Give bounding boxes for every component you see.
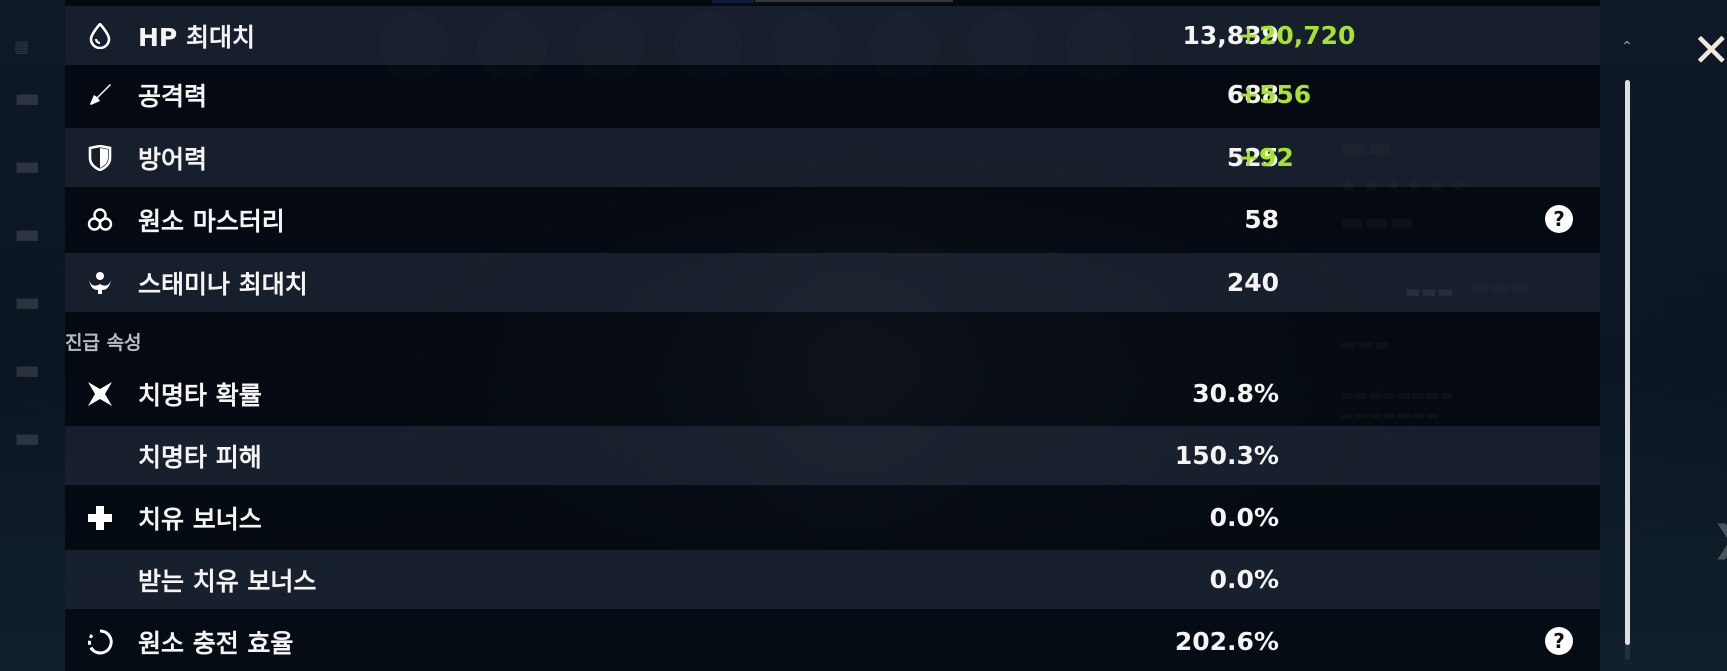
stat-label: 스태미나 최대치 [138,269,308,299]
stat-label: 원소 충전 효율 [138,628,294,658]
stat-label: 치유 보너스 [138,504,262,534]
stat-row-healing-bonus: 치유 보너스 0.0% [65,488,1600,547]
help-icon[interactable]: ? [1545,627,1573,655]
stat-value: 240 [1226,268,1279,297]
stat-label: 방어력 [138,144,208,174]
stamina-icon [87,270,113,296]
stat-label: 공격력 [138,81,208,111]
stat-value: 30.8% [1192,379,1279,408]
stat-row-stamina: 스태미나 최대치 240 [65,253,1600,312]
stat-row-crit-rate: 치명타 확률 30.8% [65,364,1600,423]
stat-row-defense: 방어력 525 +92 [65,128,1600,187]
advanced-stats-heading: 진급 속성 [65,332,142,354]
stat-row-attack: 공격력 688 +556 [65,65,1600,124]
scrollbar-thumb[interactable] [1625,80,1630,645]
energy-recharge-icon [87,629,113,655]
stat-row-incoming-healing: 받는 치유 보너스 0.0% [65,550,1600,609]
stat-value: 58 [1244,205,1279,234]
stat-bonus: +20,720 [1238,21,1356,50]
stat-value: 150.3% [1174,441,1279,470]
stat-bonus: +92 [1238,143,1294,172]
stat-value: 0.0% [1209,565,1279,594]
stat-label: 원소 마스터리 [138,206,285,236]
healing-cross-icon [87,505,113,531]
hp-drop-icon [87,23,113,49]
shield-icon [87,145,113,171]
elemental-mastery-icon [87,207,113,233]
character-stats-screen: ▦▬▬▬▬▬▬ ▬▬ ★★★★★★ ▬▬▬ ▬▬▬▬▬ ▬▬▬▬▬ ▬▬▬▬▬ … [0,0,1727,671]
next-arrow-icon[interactable]: ❯ [1712,520,1727,560]
stat-value: 202.6% [1174,627,1279,656]
stat-row-elemental-mastery: 원소 마스터리 58 ? [65,190,1600,249]
stat-row-hp: HP 최대치 13,839 +20,720 [65,6,1600,65]
sword-icon [87,82,113,108]
help-icon[interactable]: ? [1545,205,1573,233]
stat-label: 치명타 피해 [138,442,262,472]
scroll-up-icon[interactable]: ⌃ [1620,40,1634,54]
close-button[interactable]: ✕ [1692,28,1727,72]
crit-rate-icon [87,381,113,407]
stat-label: HP 최대치 [138,22,255,52]
stat-bonus: +556 [1238,80,1312,109]
stat-label: 받는 치유 보너스 [138,566,317,596]
stat-value: 0.0% [1209,503,1279,532]
stat-label: 치명타 확률 [138,380,262,410]
stat-row-crit-damage: 치명타 피해 150.3% [65,426,1600,485]
stat-row-energy-recharge: 원소 충전 효율 202.6% ? [65,612,1600,671]
